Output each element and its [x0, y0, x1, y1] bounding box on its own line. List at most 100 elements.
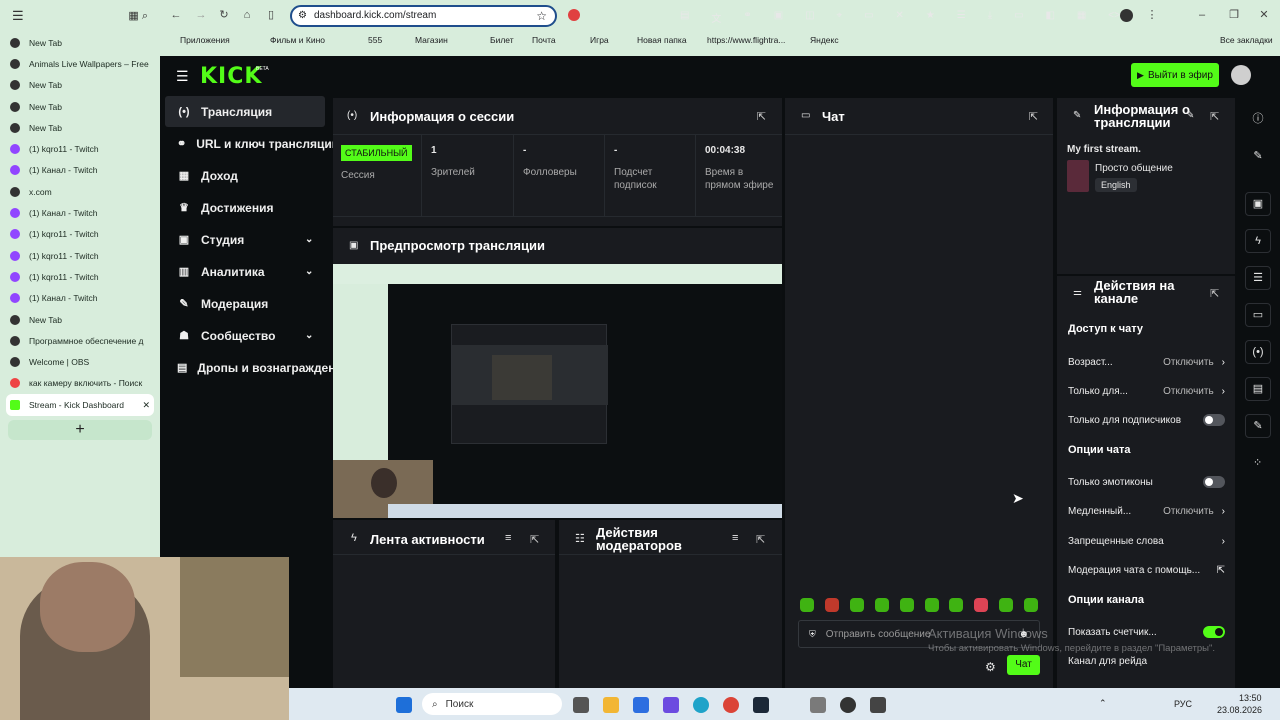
minimize-icon[interactable]: –: [1196, 9, 1208, 21]
language-indicator[interactable]: РУС: [1174, 699, 1192, 709]
wrench-icon[interactable]: ✎: [1245, 414, 1271, 438]
emote-icon[interactable]: [800, 598, 814, 612]
nav-item[interactable]: ♛ Достижения: [165, 192, 325, 223]
translate-icon[interactable]: 文: [711, 10, 721, 25]
emote-icon[interactable]: [875, 598, 889, 612]
sidebar-tab[interactable]: Animals Live Wallpapers – Free: [0, 53, 160, 74]
sidebar-tab[interactable]: New Tab: [0, 96, 160, 117]
nav-item[interactable]: ▣ Студия ⌄: [165, 224, 325, 255]
sidebar-icon[interactable]: ▯: [265, 9, 277, 21]
expand-icon[interactable]: ⇱: [530, 533, 539, 546]
sidebar-tab[interactable]: x.com: [0, 181, 160, 202]
back-icon[interactable]: ←: [170, 9, 182, 21]
user-avatar[interactable]: [1231, 65, 1251, 85]
chevron-right-icon[interactable]: ›: [1222, 386, 1225, 397]
nav-item[interactable]: ▤ Дропы и вознаграждения: [165, 352, 350, 383]
nav-item[interactable]: ▥ Аналитика ⌄: [165, 256, 325, 287]
trash-icon[interactable]: ✕: [896, 10, 904, 21]
settings-icon[interactable]: ⚙: [985, 660, 996, 674]
sidebar-tab[interactable]: как камеру включить - Поиск: [0, 373, 160, 394]
sidebar-tab[interactable]: (1) kqro11 - Twitch: [0, 138, 160, 159]
sidebar-tab[interactable]: Программное обеспечение д: [0, 330, 160, 351]
explorer-icon[interactable]: [603, 697, 619, 713]
steam-icon[interactable]: [753, 697, 769, 713]
sidebar-tab[interactable]: New Tab: [0, 117, 160, 138]
emote-icon[interactable]: [900, 598, 914, 612]
bookmark-item[interactable]: https://www.flightra...: [707, 35, 785, 45]
collapse-icon[interactable]: ☰: [12, 8, 24, 24]
bookmark-item[interactable]: Все закладки: [1220, 35, 1273, 45]
app-icon[interactable]: [663, 697, 679, 713]
cast-icon[interactable]: ▭: [1014, 10, 1023, 21]
split-icon[interactable]: ◧: [1045, 10, 1054, 21]
bookmark-item[interactable]: Фильм и Кино: [270, 35, 325, 45]
channel-option-row[interactable]: Запрещенные слова ›: [1068, 532, 1225, 550]
bookmark-star-icon[interactable]: ☆: [536, 9, 547, 23]
print-icon[interactable]: ▤: [680, 10, 689, 21]
tool-icon[interactable]: [870, 697, 886, 713]
edge-icon[interactable]: [693, 697, 709, 713]
filter-icon[interactable]: ≡: [505, 532, 511, 544]
lightning-icon[interactable]: ϟ: [1245, 229, 1271, 253]
reload-icon[interactable]: ↻: [218, 9, 230, 21]
reading-icon[interactable]: ☰: [957, 10, 966, 21]
home-icon[interactable]: ⌂: [241, 9, 253, 21]
grid-icon[interactable]: ▦: [1077, 10, 1086, 21]
star-list-icon[interactable]: ★: [926, 10, 935, 21]
toggle-switch[interactable]: [1203, 414, 1225, 426]
start-icon[interactable]: [396, 697, 412, 713]
go-live-button[interactable]: ▶ Выйти в эфир: [1131, 63, 1219, 87]
preview-icon[interactable]: ▣: [1245, 192, 1271, 216]
sidebar-tab[interactable]: (1) Канал - Twitch: [0, 202, 160, 223]
menu-icon[interactable]: ⋮: [1146, 9, 1158, 21]
emote-icon[interactable]: [949, 598, 963, 612]
expand-icon[interactable]: ⇱: [1029, 110, 1038, 123]
bookmark-item[interactable]: Яндекс: [810, 35, 839, 45]
nav-item[interactable]: (•) Трансляция: [165, 96, 325, 127]
expand-icon[interactable]: ⇱: [1210, 110, 1219, 123]
bookmark-item[interactable]: 555: [368, 35, 382, 45]
tray-arrow-icon[interactable]: ⌃: [1099, 698, 1107, 709]
close-window-icon[interactable]: ✕: [1258, 9, 1270, 21]
external-link-icon[interactable]: ⇱: [1217, 565, 1225, 576]
broadcast-icon[interactable]: (•): [1245, 340, 1271, 364]
tab-actions-icon[interactable]: ▦ ⌕: [128, 9, 148, 23]
kick-logo[interactable]: KICK: [200, 64, 262, 89]
forward-icon[interactable]: →: [195, 9, 207, 21]
channel-option-row[interactable]: Только для... Отключить ›: [1068, 382, 1225, 400]
clock-date[interactable]: 23.08.2026: [1217, 705, 1262, 715]
filter-icon[interactable]: ≡: [732, 532, 738, 544]
toggle-switch[interactable]: [1203, 476, 1225, 488]
chat-icon[interactable]: ▭: [1245, 303, 1271, 327]
sidebar-tab[interactable]: (1) kqro11 - Twitch: [0, 266, 160, 287]
sidebar-tab[interactable]: New Tab: [0, 309, 160, 330]
chevron-right-icon[interactable]: ›: [1222, 536, 1225, 547]
bookmark-item[interactable]: Магазин: [415, 35, 448, 45]
emote-icon[interactable]: [925, 598, 939, 612]
apps-icon[interactable]: ⁘: [1253, 456, 1262, 469]
bus-icon[interactable]: ▣: [774, 10, 783, 21]
address-bar[interactable]: ⚙ dashboard.kick.com/stream ☆: [290, 5, 557, 27]
profile-avatar[interactable]: [1120, 9, 1133, 22]
task-view-icon[interactable]: [573, 697, 589, 713]
emote-icon[interactable]: [999, 598, 1013, 612]
chevron-down-icon[interactable]: ⌄: [305, 234, 313, 245]
channel-option-row[interactable]: Канал для рейда: [1068, 652, 1225, 670]
emote-icon[interactable]: [825, 598, 839, 612]
bookmark-item[interactable]: Приложения: [180, 35, 230, 45]
location-icon[interactable]: ⌖: [837, 10, 843, 21]
sidebar-tab[interactable]: (1) Канал - Twitch: [0, 160, 160, 181]
expand-icon[interactable]: ⇱: [1210, 287, 1219, 300]
toggle-switch[interactable]: [1203, 626, 1225, 638]
nav-item[interactable]: ▦ Доход: [165, 160, 325, 191]
taskbar-search[interactable]: ⌕ Поиск: [422, 693, 562, 715]
channel-option-row[interactable]: Возраст... Отключить ›: [1068, 353, 1225, 371]
channel-option-row[interactable]: Только эмотиконы: [1068, 473, 1225, 491]
download-icon[interactable]: ⤓: [988, 10, 992, 21]
nav-item[interactable]: ⚭ URL и ключ трансляции: [165, 128, 339, 159]
emote-icon[interactable]: [850, 598, 864, 612]
chevron-right-icon[interactable]: ›: [1222, 506, 1225, 517]
bookmark-item[interactable]: Игра: [590, 35, 609, 45]
code-icon[interactable]: <>: [1108, 10, 1120, 21]
channel-option-row[interactable]: Показать счетчик...: [1068, 623, 1225, 641]
